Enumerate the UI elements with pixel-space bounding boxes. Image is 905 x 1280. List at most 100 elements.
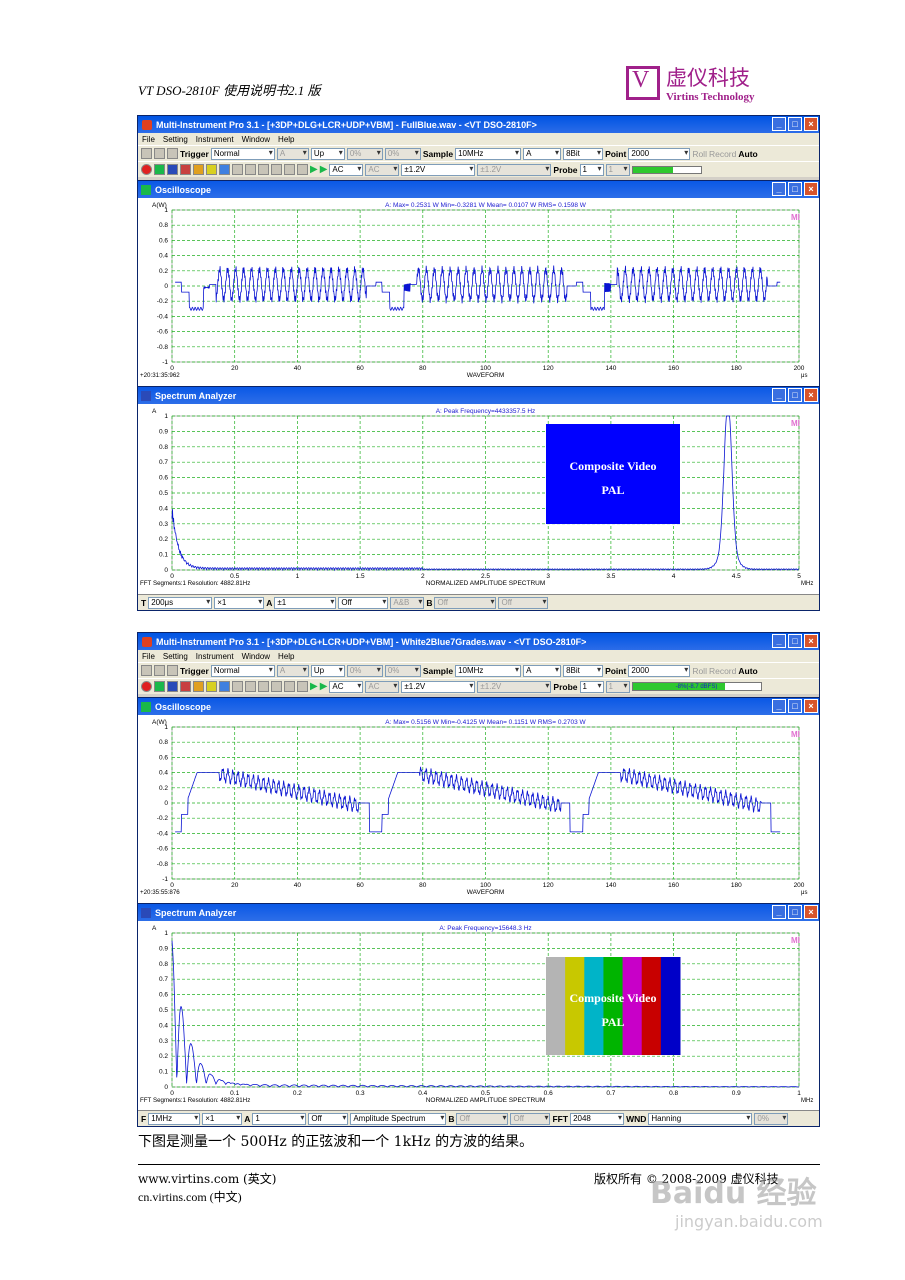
speaker-icon[interactable]	[297, 681, 308, 692]
ddp-icon[interactable]	[232, 681, 243, 692]
close-button[interactable]: ×	[804, 182, 818, 196]
trigger-delay-field[interactable]: 0%	[384, 147, 421, 160]
menu-file[interactable]: File	[142, 652, 155, 661]
maximize-button[interactable]: □	[788, 634, 802, 648]
trigger-delay-field[interactable]: 0%	[384, 664, 421, 677]
control-select[interactable]: Off	[456, 1112, 509, 1125]
trigger-mode-select[interactable]: Normal	[210, 664, 275, 677]
trigger-channel-select[interactable]: A	[276, 664, 309, 677]
control-select[interactable]: ±1	[274, 596, 337, 609]
range-b-select[interactable]: ±1.2V	[477, 680, 552, 693]
footer-website-en[interactable]: www.virtins.com (英文)	[138, 1170, 276, 1187]
oscilloscope-icon[interactable]	[154, 681, 165, 692]
probe-b-select[interactable]: 1	[605, 163, 630, 176]
play-once-icon[interactable]: ▶	[320, 681, 328, 692]
trigger-edge-select[interactable]: Up	[310, 664, 345, 677]
bits-select[interactable]: 8Bit	[563, 664, 604, 677]
trigger-edge-select[interactable]: Up	[310, 147, 345, 160]
maximize-button[interactable]: □	[788, 699, 802, 713]
control-select[interactable]: 1	[252, 1112, 307, 1125]
signal-gen-icon[interactable]	[206, 164, 217, 175]
control-select[interactable]: 0%	[754, 1112, 789, 1125]
trigger-level-field[interactable]: 0%	[346, 147, 383, 160]
control-select[interactable]: Off	[434, 596, 497, 609]
spectrogram-icon[interactable]	[180, 681, 191, 692]
probe-b-select[interactable]: 1	[605, 680, 630, 693]
trigger-mode-select[interactable]: Normal	[210, 147, 275, 160]
coupling-a-select[interactable]: AC	[329, 680, 364, 693]
close-button[interactable]: ×	[804, 388, 818, 402]
oscilloscope-plot[interactable]: 0 20 40 60 80 100 120 140 160 180 20010.80.60.40.2…	[138, 715, 819, 903]
print-icon[interactable]	[167, 148, 178, 159]
points-select[interactable]: 2000	[628, 664, 691, 677]
record-button[interactable]: Record	[709, 666, 736, 676]
control-select[interactable]: Off	[338, 596, 389, 609]
measure-icon[interactable]	[245, 681, 256, 692]
window-title-bar[interactable]: Multi-Instrument Pro 3.1 - [+3DP+DLG+LCR…	[138, 633, 819, 650]
points-select[interactable]: 2000	[628, 147, 691, 160]
record-dot-icon[interactable]	[141, 681, 152, 692]
cursor-b-icon[interactable]	[271, 681, 282, 692]
cursor-a-icon[interactable]	[258, 164, 269, 175]
menu-instrument[interactable]: Instrument	[196, 135, 234, 144]
trigger-channel-select[interactable]: A	[276, 147, 309, 160]
range-a-select[interactable]: ±1.2V	[401, 163, 476, 176]
auto-button[interactable]: Auto	[738, 666, 757, 676]
minimize-button[interactable]: _	[772, 634, 786, 648]
phase-icon[interactable]	[193, 681, 204, 692]
roll-checkbox[interactable]: Roll	[692, 666, 707, 676]
record-button[interactable]: Record	[709, 149, 736, 159]
spectrum-plot[interactable]: 0 0.5 1 1.5 2 2.5 3 3.5 4 4.5 5 1 0.9 0.8 0.7 0.6 0.5 0.4…	[138, 404, 819, 594]
measure-icon[interactable]	[245, 164, 256, 175]
control-select[interactable]: 200μs	[148, 596, 213, 609]
control-select[interactable]: Amplitude Spectrum	[350, 1112, 447, 1125]
minimize-button[interactable]: _	[772, 388, 786, 402]
menu-setting[interactable]: Setting	[163, 652, 188, 661]
minimize-button[interactable]: _	[772, 117, 786, 131]
print-icon[interactable]	[167, 665, 178, 676]
coupling-b-select[interactable]: AC	[365, 163, 400, 176]
cursor-b-icon[interactable]	[271, 164, 282, 175]
control-select[interactable]: Hanning	[648, 1112, 753, 1125]
trigger-level-field[interactable]: 0%	[346, 664, 383, 677]
control-select[interactable]: Off	[510, 1112, 551, 1125]
menu-instrument[interactable]: Instrument	[196, 652, 234, 661]
roll-checkbox[interactable]: Roll	[692, 149, 707, 159]
maximize-button[interactable]: □	[788, 182, 802, 196]
phase-icon[interactable]	[193, 164, 204, 175]
menu-window[interactable]: Window	[242, 652, 270, 661]
save-icon[interactable]	[154, 665, 165, 676]
probe-icon[interactable]	[284, 164, 295, 175]
coupling-b-select[interactable]: AC	[365, 680, 400, 693]
close-button[interactable]: ×	[804, 117, 818, 131]
close-button[interactable]: ×	[804, 905, 818, 919]
sample-rate-select[interactable]: 10MHz	[455, 664, 522, 677]
play-icon[interactable]: ▶	[310, 681, 318, 692]
control-select[interactable]: ×1	[214, 596, 265, 609]
spectrum-icon[interactable]	[167, 164, 178, 175]
meter-icon[interactable]	[219, 164, 230, 175]
spectrum-plot[interactable]: 0 0.1 0.2 0.3 0.4 0.5 0.6 0.7 0.8 0.9 1 1 0.9 0.8 0.7 0…	[138, 921, 819, 1111]
oscilloscope-plot[interactable]: 0 20 40 60 80 100 120 140 160 180 20010.80.60.40.2…	[138, 198, 819, 386]
footer-website-cn[interactable]: cn.virtins.com (中文)	[138, 1188, 242, 1205]
auto-button[interactable]: Auto	[738, 149, 757, 159]
menu-help[interactable]: Help	[278, 135, 294, 144]
bits-select[interactable]: 8Bit	[563, 147, 604, 160]
window-title-bar[interactable]: Multi-Instrument Pro 3.1 - [+3DP+DLG+LCR…	[138, 116, 819, 133]
record-dot-icon[interactable]	[141, 164, 152, 175]
sample-rate-select[interactable]: 10MHz	[455, 147, 522, 160]
open-icon[interactable]	[141, 148, 152, 159]
minimize-button[interactable]: _	[772, 182, 786, 196]
control-select[interactable]: ×1	[202, 1112, 243, 1125]
menu-help[interactable]: Help	[278, 652, 294, 661]
spectrum-icon[interactable]	[167, 681, 178, 692]
close-button[interactable]: ×	[804, 634, 818, 648]
control-select[interactable]: Off	[308, 1112, 349, 1125]
menu-setting[interactable]: Setting	[163, 135, 188, 144]
control-select[interactable]: Off	[498, 596, 549, 609]
cursor-a-icon[interactable]	[258, 681, 269, 692]
control-select[interactable]: A&B	[390, 596, 425, 609]
range-b-select[interactable]: ±1.2V	[477, 163, 552, 176]
probe-icon[interactable]	[284, 681, 295, 692]
range-a-select[interactable]: ±1.2V	[401, 680, 476, 693]
